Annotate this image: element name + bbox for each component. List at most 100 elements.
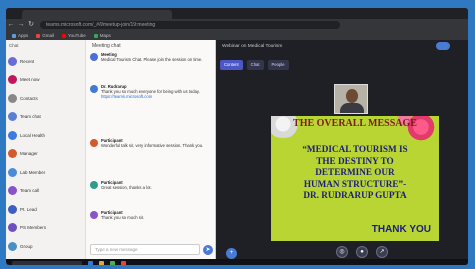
chat-list-label: Meet now bbox=[20, 77, 40, 82]
taskbar-app-icon[interactable] bbox=[121, 260, 126, 265]
chat-list-item[interactable]: Team chat bbox=[8, 110, 84, 124]
presentation-slide: THE OVERALL MESSAGE “MEDICAL TOURISM IS T… bbox=[271, 116, 439, 241]
browser-tab-strip bbox=[6, 8, 468, 19]
avatar bbox=[8, 130, 17, 140]
avatar bbox=[8, 204, 17, 214]
slide-thank-you: THANK YOU bbox=[371, 224, 431, 235]
share-icon: ↗ bbox=[379, 249, 385, 255]
os-taskbar bbox=[6, 259, 468, 265]
bookmark-item[interactable]: Gmail bbox=[36, 33, 54, 38]
screen: ← → ↻ teams.microsoft.com/_#/l/meetup-jo… bbox=[6, 8, 468, 265]
chat-list-item[interactable]: PS Members bbox=[8, 221, 84, 235]
bookmark-item[interactable]: YouTube bbox=[62, 33, 86, 38]
avatar bbox=[8, 93, 17, 103]
meeting-title: Webinar on Medical Tourism bbox=[222, 43, 283, 49]
meeting-chat-panel: Meeting chat Type a new message ➤ Meetin… bbox=[86, 40, 216, 265]
avatar bbox=[8, 149, 17, 158]
chat-list-label: Team call bbox=[20, 188, 40, 193]
avatar bbox=[90, 181, 98, 189]
avatar bbox=[8, 75, 17, 84]
bookmark-label: Maps bbox=[99, 33, 111, 38]
outer-frame: ← → ↻ teams.microsoft.com/_#/l/meetup-jo… bbox=[0, 0, 475, 269]
avatar bbox=[90, 85, 98, 93]
taskbar-search[interactable] bbox=[12, 260, 82, 265]
avatar bbox=[90, 211, 98, 219]
sidebar-header: Chat bbox=[9, 43, 19, 48]
forward-icon[interactable]: → bbox=[16, 20, 26, 30]
taskbar-app-icon[interactable] bbox=[110, 260, 115, 265]
chat-message: Dr. Rudrarup Thank you so much everyone f… bbox=[90, 84, 212, 100]
bookmark-icon bbox=[12, 33, 16, 38]
bookmark-item[interactable]: Apps bbox=[12, 33, 28, 38]
chat-list-item[interactable]: Group bbox=[8, 239, 84, 253]
meeting-stage: Webinar on Medical Tourism Content Chat Pe… bbox=[216, 40, 468, 265]
chat-list-item[interactable]: Manager bbox=[8, 147, 84, 161]
avatar bbox=[8, 241, 17, 251]
chat-list-label: Local Health bbox=[20, 132, 46, 138]
camera-button[interactable]: ● bbox=[356, 246, 368, 258]
presenter-body bbox=[340, 103, 364, 113]
add-button[interactable]: + bbox=[226, 248, 237, 259]
mic-button[interactable]: ◎ bbox=[336, 246, 348, 258]
avatar bbox=[8, 56, 17, 66]
compose-input[interactable]: Type a new message bbox=[90, 244, 200, 255]
chat-list-item[interactable]: Pt. Lead bbox=[8, 202, 84, 216]
chat-list-label: Contacts bbox=[20, 95, 38, 101]
url-field[interactable]: teams.microsoft.com/_#/l/meetup-join/19:… bbox=[40, 21, 340, 29]
avatar bbox=[90, 139, 98, 147]
message-link[interactable]: https://teams.microsoft.com bbox=[101, 94, 200, 99]
chat-message-body: Participant Wonderful talk sir, very info… bbox=[101, 138, 203, 148]
bookmark-label: Apps bbox=[18, 33, 29, 38]
slide-quote-line: “MEDICAL TOURISM IS bbox=[302, 144, 408, 154]
reload-icon[interactable]: ↻ bbox=[26, 20, 36, 30]
slide-quote-line: HUMAN STRUCTURE”- bbox=[303, 178, 407, 189]
chat-list-sidebar: Chat Recent Meet now Contacts Team chat Loca… bbox=[6, 40, 86, 265]
message-text: Medical Tourism Chat. Please join the se… bbox=[101, 57, 203, 63]
taskbar-app-icon[interactable] bbox=[88, 260, 93, 265]
chat-list-item[interactable]: Team call bbox=[8, 184, 84, 198]
chat-list-label: Recent bbox=[20, 58, 35, 64]
address-bar: ← → ↻ teams.microsoft.com/_#/l/meetup-jo… bbox=[6, 19, 468, 31]
bookmarks-bar: Apps Gmail YouTube Maps bbox=[6, 31, 468, 40]
chat-list-label: Pt. Lead bbox=[20, 206, 37, 212]
chat-list-item[interactable]: Lab Member bbox=[8, 165, 84, 179]
meeting-tab[interactable]: Chat bbox=[246, 60, 264, 70]
share-button[interactable]: ↗ bbox=[376, 246, 388, 258]
mic-icon: ◎ bbox=[339, 249, 345, 255]
message-text: Wonderful talk sir, very informative ses… bbox=[101, 143, 204, 149]
join-pill[interactable] bbox=[436, 42, 450, 50]
chat-list-item[interactable]: Recent bbox=[8, 54, 84, 68]
back-icon[interactable]: ← bbox=[6, 20, 16, 30]
bookmark-item[interactable]: Maps bbox=[93, 33, 111, 38]
chat-message: Participant Great session, thanks a lot. bbox=[90, 180, 212, 190]
meeting-tab[interactable]: Content bbox=[220, 60, 243, 70]
meeting-header: Webinar on Medical Tourism bbox=[216, 40, 468, 52]
avatar bbox=[90, 53, 98, 61]
chat-list-label: Lab Member bbox=[20, 169, 46, 175]
browser-tab[interactable] bbox=[22, 10, 172, 19]
chat-list-item[interactable]: Contacts bbox=[8, 91, 84, 105]
chat-list-item[interactable]: Meet now bbox=[8, 73, 84, 87]
chat-message-body: Dr. Rudrarup Thank you so much everyone f… bbox=[101, 84, 200, 100]
chat-list-label: PS Members bbox=[20, 225, 47, 230]
call-controls: ◎ ● ↗ bbox=[336, 246, 388, 258]
chat-list-item[interactable]: Local Health bbox=[8, 128, 84, 142]
message-text: Great session, thanks a lot. bbox=[101, 185, 152, 191]
camera-icon: ● bbox=[360, 249, 364, 255]
avatar bbox=[8, 167, 17, 177]
chat-message: Participant Wonderful talk sir, very info… bbox=[90, 138, 212, 148]
send-button[interactable]: ➤ bbox=[203, 245, 213, 255]
chat-message-body: Participant Great session, thanks a lot. bbox=[101, 180, 152, 190]
slide-heading: THE OVERALL MESSAGE bbox=[293, 118, 417, 129]
presenter-video bbox=[334, 84, 368, 114]
taskbar-app-icon[interactable] bbox=[99, 260, 104, 265]
bookmark-icon bbox=[36, 33, 41, 38]
bookmark-label: Gmail bbox=[42, 33, 55, 38]
chat-message: Meeting Medical Tourism Chat. Please join… bbox=[90, 52, 212, 62]
meeting-tab[interactable]: People bbox=[267, 60, 289, 70]
chat-message-body: Meeting Medical Tourism Chat. Please join… bbox=[101, 52, 202, 62]
meeting-tabs: Content Chat People bbox=[220, 60, 289, 70]
bookmark-icon bbox=[62, 33, 67, 38]
slide-quote-line: DETERMINE OUR bbox=[315, 167, 395, 177]
bookmark-label: YouTube bbox=[68, 33, 86, 38]
